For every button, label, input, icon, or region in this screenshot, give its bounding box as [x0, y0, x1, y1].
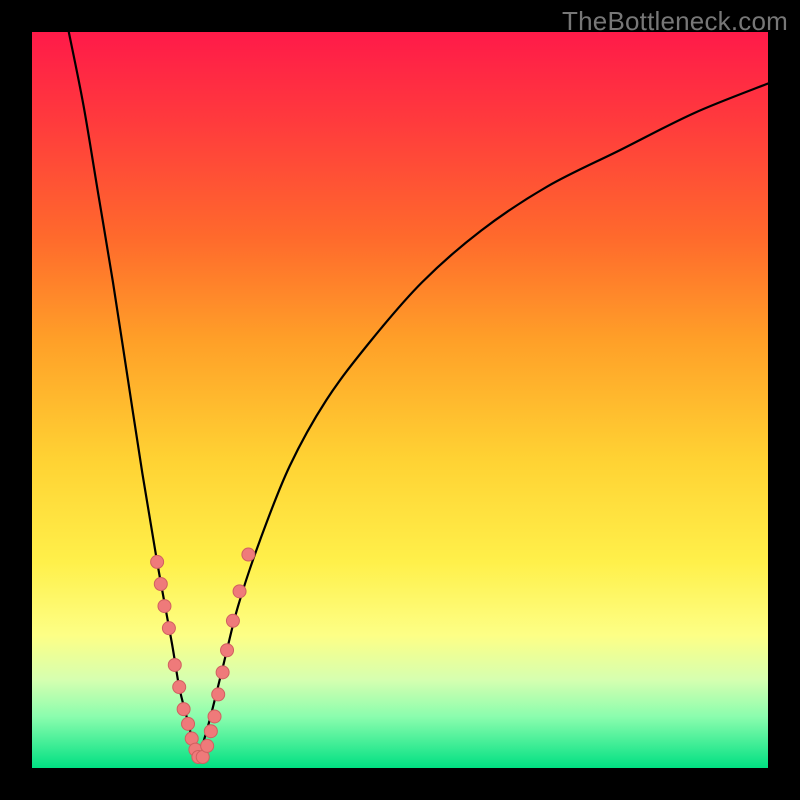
marker-cluster [151, 548, 255, 763]
marker-dot [201, 739, 214, 752]
marker-dot [168, 658, 181, 671]
marker-dot [208, 710, 221, 723]
marker-dot [182, 717, 195, 730]
plot-gradient-background [32, 32, 768, 768]
chart-svg [32, 32, 768, 768]
curve-left-branch [69, 32, 198, 761]
marker-dot [212, 688, 225, 701]
marker-dot [151, 555, 164, 568]
watermark-text: TheBottleneck.com [562, 6, 788, 37]
marker-dot [216, 666, 229, 679]
chart-frame: TheBottleneck.com [0, 0, 800, 800]
curve-right-branch [198, 84, 768, 761]
marker-dot [173, 681, 186, 694]
marker-dot [233, 585, 246, 598]
marker-dot [177, 703, 190, 716]
marker-dot [204, 725, 217, 738]
marker-dot [162, 622, 175, 635]
marker-dot [242, 548, 255, 561]
marker-dot [221, 644, 234, 657]
marker-dot [158, 600, 171, 613]
marker-dot [226, 614, 239, 627]
marker-dot [154, 578, 167, 591]
